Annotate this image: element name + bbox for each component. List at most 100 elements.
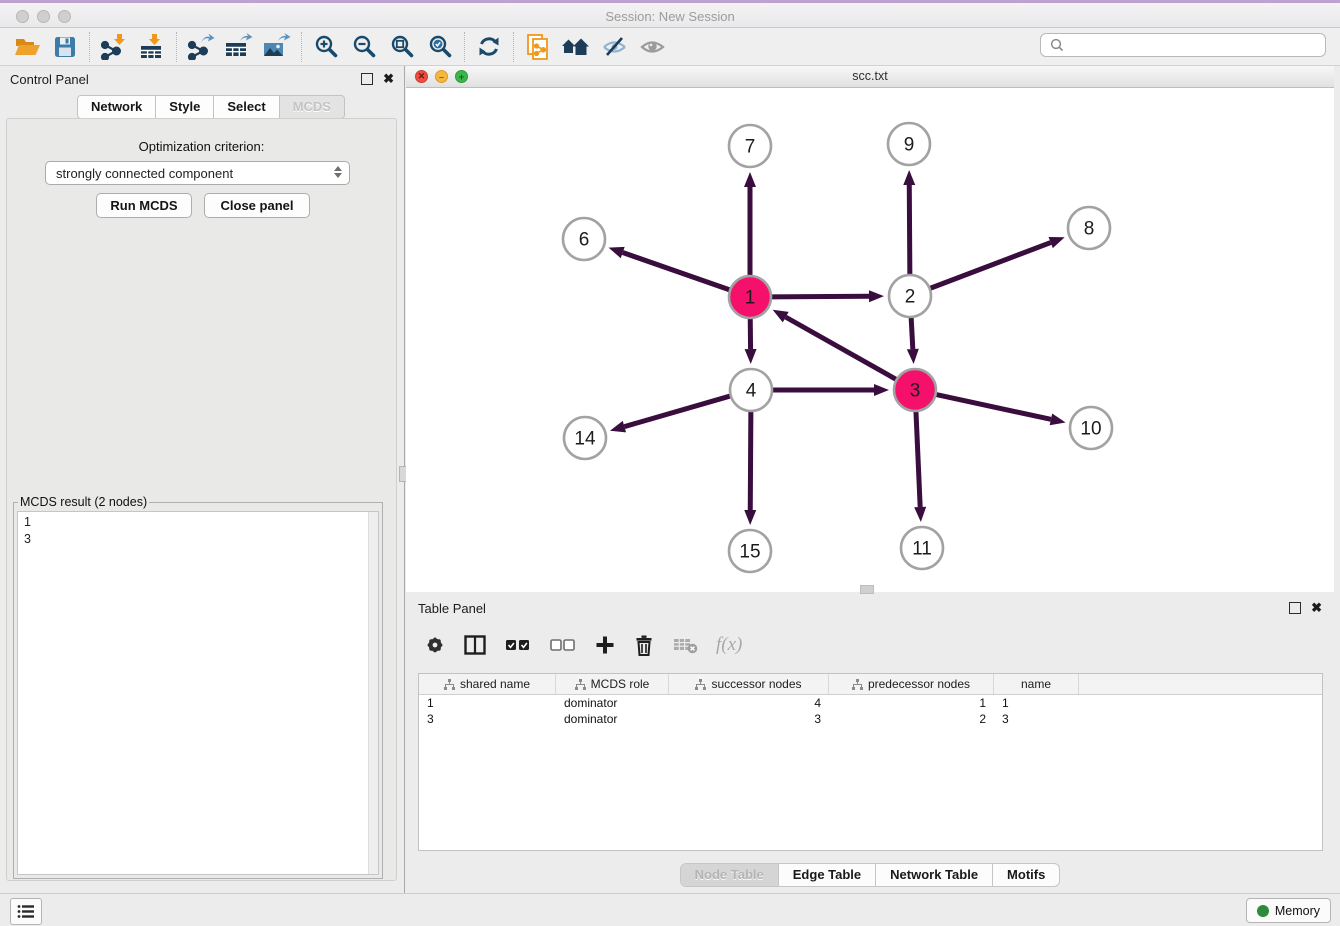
window-title: Session: New Session [0,3,1340,28]
import-network-icon [100,33,128,60]
graph-edge-arrowhead [1050,413,1066,425]
table-row[interactable]: 1 dominator 4 1 1 [419,695,1322,711]
graph-edge-arrowhead [914,507,926,522]
table-mode-gear-icon [424,634,446,656]
network-from-file-button[interactable] [519,31,557,63]
graph-edge-arrowhead [609,247,625,258]
tab-network[interactable]: Network [77,95,156,119]
function-builder-button[interactable]: f(x) [716,634,742,656]
tab-mcds[interactable]: MCDS [280,95,345,119]
graph-edge-arrowhead [1049,237,1065,248]
task-history-button[interactable] [10,898,42,925]
zoom-out-button[interactable] [345,31,383,63]
zoom-fit-button[interactable] [383,31,421,63]
column-header-name[interactable]: name [994,674,1079,694]
mcds-result-text[interactable]: 1 3 [17,511,379,875]
column-header-predecessor-nodes[interactable]: predecessor nodes [829,674,994,694]
column-header-shared-name[interactable]: shared name [419,674,556,694]
graph-edge-1-6[interactable] [623,253,731,291]
home-button[interactable] [557,31,595,63]
table-toolbar: f(x) [424,631,742,659]
graph-edge-arrowhead [745,349,757,364]
toolbar-separator [176,32,177,62]
deselect-all-columns-button[interactable] [549,636,577,654]
table-row[interactable]: 3 dominator 3 2 3 [419,711,1322,727]
select-all-columns-button[interactable] [504,636,532,654]
export-network-button[interactable] [182,31,220,63]
hierarchy-icon [575,679,586,690]
tab-select[interactable]: Select [214,95,279,119]
cell-shared-name: 3 [419,711,556,727]
table-mode-gear-button[interactable] [424,634,446,656]
status-bar: Memory [0,893,1340,926]
export-image-button[interactable] [258,31,296,63]
tab-node-table[interactable]: Node Table [681,864,778,886]
cell-predecessor-nodes: 1 [829,695,994,711]
toolbar-separator [513,32,514,62]
cell-mcds-role: dominator [556,711,669,727]
show-eye-button[interactable] [633,31,671,63]
result-scrollbar[interactable] [368,512,378,874]
close-table-panel-icon[interactable]: ✖ [1311,600,1322,616]
zoom-in-button[interactable] [307,31,345,63]
column-header-mcds-role[interactable]: MCDS role [556,674,669,694]
table-panel: Table Panel ✖ [406,595,1334,893]
graph-edge-3-11[interactable] [916,410,920,507]
optimization-criterion-select[interactable]: strongly connected component [45,161,350,185]
open-session-icon [14,35,41,59]
graph-edge-4-14[interactable] [624,396,731,427]
float-panel-icon[interactable] [361,73,373,85]
close-panel-icon[interactable]: ✖ [383,71,394,87]
horizontal-splitter-grip[interactable] [860,585,874,594]
control-panel-title: Control Panel [10,72,89,87]
tab-network-table[interactable]: Network Table [875,864,992,886]
tab-motifs[interactable]: Motifs [992,864,1059,886]
select-arrows-icon [334,166,342,178]
graph-edge-4-15[interactable] [750,410,751,510]
close-panel-button[interactable]: Close panel [204,193,310,218]
refresh-button[interactable] [470,31,508,63]
graph-node-label: 6 [579,230,590,251]
mcds-result-title: MCDS result (2 nodes) [18,495,149,509]
open-session-button[interactable] [8,31,46,63]
table-panel-header: Table Panel ✖ [406,595,1334,621]
graph-edge-3-10[interactable] [935,394,1051,419]
tab-style[interactable]: Style [156,95,214,119]
tab-edge-table[interactable]: Edge Table [778,864,875,886]
network-canvas[interactable]: 7968124314101511 [406,88,1334,592]
delete-table-icon [672,635,699,655]
cell-successor-nodes: 3 [669,711,829,727]
search-field[interactable] [1040,33,1326,57]
float-table-panel-icon[interactable] [1289,602,1301,614]
zoom-in-icon [314,34,339,59]
network-titlebar[interactable]: ✕ – + scc.txt [406,66,1334,88]
graph-edge-arrowhead [610,421,626,433]
zoom-selected-button[interactable] [421,31,459,63]
show-columns-button[interactable] [463,634,487,656]
import-network-button[interactable] [95,31,133,63]
delete-table-button[interactable] [672,635,699,655]
run-mcds-button[interactable]: Run MCDS [96,193,192,218]
graph-edge-2-3[interactable] [911,316,913,349]
delete-column-button[interactable] [633,634,655,657]
criterion-value: strongly connected component [56,166,233,181]
mcds-result-group: MCDS result (2 nodes) 1 3 [13,495,383,879]
table-panel-title: Table Panel [418,601,486,616]
import-table-button[interactable] [133,31,171,63]
graph-node-label: 2 [905,287,916,308]
column-header-successor-nodes[interactable]: successor nodes [669,674,829,694]
export-table-button[interactable] [220,31,258,63]
graph-edge-1-2[interactable] [770,296,869,297]
save-session-button[interactable] [46,31,84,63]
graph-node-label: 10 [1080,419,1101,440]
graph-edge-2-9[interactable] [909,185,910,276]
graph-node-label: 4 [746,381,757,402]
list-icon [17,904,35,919]
graph-edge-2-8[interactable] [929,243,1051,289]
create-column-button[interactable] [594,634,616,656]
hide-eye-button[interactable] [595,31,633,63]
graph-edge-3-1[interactable] [786,317,898,380]
memory-label: Memory [1275,904,1320,918]
search-input[interactable] [1067,38,1325,52]
memory-button[interactable]: Memory [1246,898,1331,923]
